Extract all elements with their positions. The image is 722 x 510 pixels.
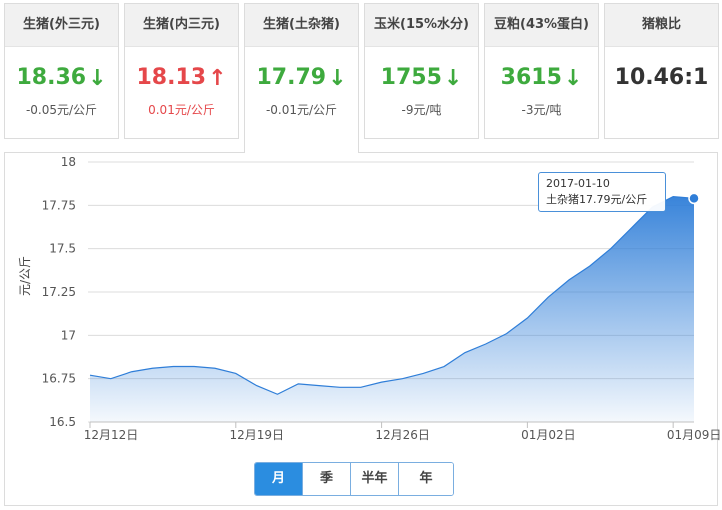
card-value-text: 17.79 (256, 65, 327, 90)
x-tick-label: 12月12日 (84, 428, 139, 442)
x-tick-label: 12月26日 (375, 428, 430, 442)
tooltip-value: 土杂猪17.79元/公斤 (546, 193, 648, 206)
y-tick-label: 17 (61, 328, 76, 342)
data-point-marker (688, 192, 700, 205)
period-month-button[interactable]: 月 (255, 463, 303, 495)
period-halfyear-button[interactable]: 半年 (351, 463, 399, 495)
card-pig-local[interactable]: 生猪(土杂猪) 17.79↓ -0.01元/公斤 (244, 3, 359, 153)
x-tick-label: 12月19日 (230, 428, 285, 442)
chart-tooltip: 2017-01-10 土杂猪17.79元/公斤 (538, 172, 666, 212)
price-chart: 18 17.75 17.5 17.25 17 16.75 16.5 12月12日 12月19日 1… (42, 155, 722, 442)
card-title: 生猪(土杂猪) (245, 4, 358, 47)
card-change: -0.01元/公斤 (265, 102, 338, 117)
tooltip-date: 2017-01-10 (546, 177, 610, 190)
y-tick-label: 16.75 (42, 372, 76, 386)
y-tick-label: 17.5 (49, 242, 76, 256)
series-area (90, 196, 694, 422)
y-tick-label: 16.5 (49, 415, 76, 429)
period-quarter-button[interactable]: 季 (303, 463, 351, 495)
x-tick-label: 01月02日 (521, 428, 576, 442)
y-tick-label: 18 (61, 155, 76, 169)
y-tick-label: 17.75 (42, 198, 76, 212)
y-tick-label: 17.25 (42, 285, 76, 299)
period-selector: 月 季 半年 年 (254, 462, 454, 496)
y-axis-title: 元/公斤 (18, 255, 32, 296)
x-tick-label: 01月09日 (667, 428, 722, 442)
arrow-down-icon: ↓ (328, 65, 347, 91)
card-value: 17.79↓ (245, 65, 358, 91)
period-year-button[interactable]: 年 (399, 463, 453, 495)
